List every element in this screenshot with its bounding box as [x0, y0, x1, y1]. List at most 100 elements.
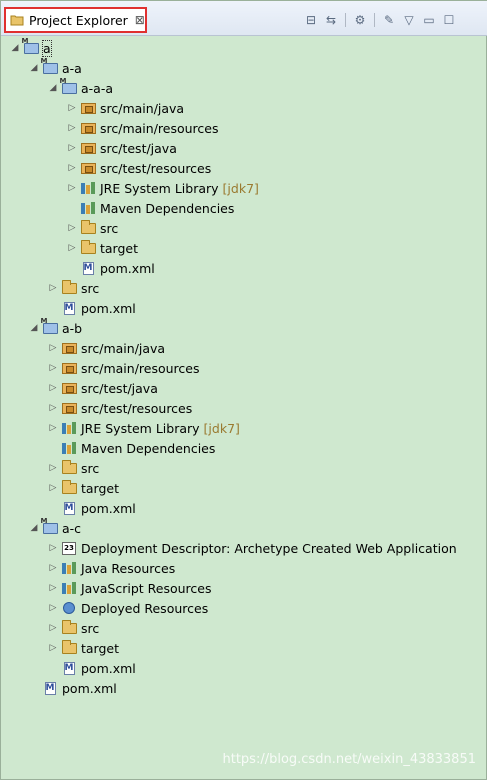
tree-item[interactable]: Mpom.xml — [28, 678, 117, 698]
maven-pom-icon: M — [63, 661, 75, 675]
tree-item[interactable]: Mpom.xml — [66, 258, 155, 278]
collapse-toggle-icon[interactable]: ▷ — [66, 122, 78, 134]
view-header: Project Explorer ⊠ ⊟ ⇆ ⚙ ✎ ▽ ▭ ☐ — [1, 1, 487, 36]
expand-toggle-icon[interactable]: ◢ — [47, 82, 59, 94]
maven-pom-icon: M — [63, 501, 75, 515]
tree-item[interactable]: ▷ src/main/java — [47, 338, 166, 358]
expand-toggle-icon[interactable]: ◢ — [9, 42, 21, 54]
project-icon — [22, 37, 39, 55]
folder-icon — [61, 279, 77, 295]
collapse-toggle-icon[interactable]: ▷ — [66, 242, 78, 254]
tree-item[interactable]: ▷ JavaScript Resources — [47, 578, 212, 598]
tree-item[interactable]: Mpom.xml — [47, 298, 136, 318]
collapse-toggle-icon[interactable]: ▷ — [47, 482, 59, 494]
collapse-toggle-icon[interactable]: ▷ — [66, 222, 78, 234]
collapse-toggle-icon[interactable]: ▷ — [47, 282, 59, 294]
tree-item[interactable]: ▷ target — [66, 238, 138, 258]
project-explorer-view: Project Explorer ⊠ ⊟⇆⚙✎▽▭☐ ◢a◢a-a◢a-a-a▷… — [0, 0, 487, 780]
tree-item-label: src — [100, 220, 119, 236]
tree-item[interactable]: ▷ src — [47, 618, 99, 638]
collapse-toggle-icon[interactable]: ▷ — [47, 362, 59, 374]
collapse-all-icon[interactable]: ⊟ — [301, 12, 321, 28]
close-icon[interactable]: ⊠ — [135, 13, 145, 27]
collapse-toggle-icon[interactable]: ▷ — [47, 582, 59, 594]
view-toolbar: ⊟ ⇆ ⚙ ✎ ▽ ▭ ☐ — [301, 11, 459, 29]
tree-item[interactable]: ▷ Deployed Resources — [47, 598, 209, 618]
tree-item-label: src/main/resources — [100, 120, 219, 136]
watermark-text: https://blog.csdn.net/weixin_43833851 — [222, 752, 476, 767]
collapse-toggle-icon[interactable]: ▷ — [66, 162, 78, 174]
tree-item[interactable]: ▷ 23 Deployment Descriptor: Archetype Crea… — [47, 538, 457, 558]
tree-item[interactable]: ▷ src/test/java — [47, 378, 158, 398]
tree-item[interactable]: ▷ src/test/resources — [47, 398, 193, 418]
source-folder-icon — [80, 141, 96, 155]
tree-item-label: Deployment Descriptor: Archetype Created… — [81, 540, 457, 556]
view-menu-icon[interactable]: ▽ — [399, 12, 419, 28]
tree-item[interactable]: ◢a — [9, 37, 52, 58]
library-icon — [61, 581, 77, 595]
collapse-toggle-icon[interactable]: ▷ — [66, 142, 78, 154]
collapse-toggle-icon[interactable]: ▷ — [47, 642, 59, 654]
library-icon — [80, 181, 96, 195]
tree-item[interactable]: ▷ src — [47, 278, 99, 298]
tree-item[interactable]: ◢ a-a — [28, 57, 82, 78]
tree-item[interactable]: ▷ JRE System Library [jdk7] — [66, 178, 259, 198]
maximize-icon[interactable]: ☐ — [439, 12, 459, 28]
tree-item[interactable]: ▷ src — [66, 218, 118, 238]
collapse-toggle-icon[interactable]: ▷ — [47, 382, 59, 394]
tree-item-label: target — [100, 240, 139, 256]
collapse-toggle-icon[interactable]: ▷ — [47, 602, 59, 614]
link-with-editor-icon[interactable]: ⇆ — [321, 12, 341, 28]
tree-item[interactable]: ▷ src/main/java — [66, 98, 185, 118]
tree-item[interactable]: ▷ Java Resources — [47, 558, 176, 578]
collapse-toggle-icon[interactable]: ▷ — [66, 182, 78, 194]
minimize-icon[interactable]: ▭ — [419, 12, 439, 28]
expand-toggle-icon[interactable]: ◢ — [28, 522, 40, 534]
tree-item[interactable]: Maven Dependencies — [47, 438, 215, 458]
customize-icon[interactable]: ✎ — [379, 12, 399, 28]
tree-item[interactable]: ▷ src/main/resources — [66, 118, 219, 138]
tree-item[interactable]: ▷ JRE System Library [jdk7] — [47, 418, 240, 438]
tree-item[interactable]: ▷ target — [47, 638, 119, 658]
source-folder-icon — [80, 121, 96, 135]
expand-toggle-icon[interactable]: ◢ — [28, 62, 40, 74]
tree-item-label: JavaScript Resources — [81, 580, 212, 596]
tree-item[interactable]: ▷ src/main/resources — [47, 358, 200, 378]
tree-item[interactable]: ◢ a-b — [28, 317, 83, 338]
collapse-toggle-icon[interactable]: ▷ — [47, 342, 59, 354]
tree-item-label: Maven Dependencies — [81, 440, 216, 456]
collapse-toggle-icon[interactable]: ▷ — [47, 542, 59, 554]
project-explorer-icon — [10, 14, 24, 26]
collapse-toggle-icon[interactable]: ▷ — [47, 562, 59, 574]
project-icon — [41, 317, 58, 335]
filter-icon[interactable]: ⚙ — [350, 12, 370, 28]
tree-item[interactable]: Maven Dependencies — [66, 198, 234, 218]
tree-item-label: Maven Dependencies — [100, 200, 235, 216]
collapse-toggle-icon[interactable]: ▷ — [47, 422, 59, 434]
tree-item-label: pom.xml — [81, 500, 136, 516]
collapse-toggle-icon[interactable]: ▷ — [47, 622, 59, 634]
tree-item-label: JRE System Library — [100, 180, 219, 196]
maven-pom-icon: M — [82, 261, 94, 275]
folder-icon — [61, 479, 77, 495]
tree-item[interactable]: ▷ src/test/resources — [66, 158, 212, 178]
tree-item[interactable]: ◢ a-c — [28, 517, 82, 538]
tree-item[interactable]: ▷ target — [47, 478, 119, 498]
tree-item-decoration: [jdk7] — [222, 180, 259, 196]
collapse-toggle-icon[interactable]: ▷ — [47, 462, 59, 474]
tree-item[interactable]: Mpom.xml — [47, 498, 136, 518]
tree-item[interactable]: ▷ src — [47, 458, 99, 478]
tree-item[interactable]: Mpom.xml — [47, 658, 136, 678]
project-explorer-tab[interactable]: Project Explorer ⊠ — [4, 7, 147, 33]
collapse-toggle-icon[interactable]: ▷ — [47, 402, 59, 414]
expand-toggle-icon[interactable]: ◢ — [28, 322, 40, 334]
tree-item[interactable]: ▷ src/test/java — [66, 138, 177, 158]
library-icon — [61, 561, 77, 575]
tree-item[interactable]: ◢ a-a-a — [47, 77, 113, 98]
source-folder-icon — [80, 101, 96, 115]
collapse-toggle-icon[interactable]: ▷ — [66, 102, 78, 114]
